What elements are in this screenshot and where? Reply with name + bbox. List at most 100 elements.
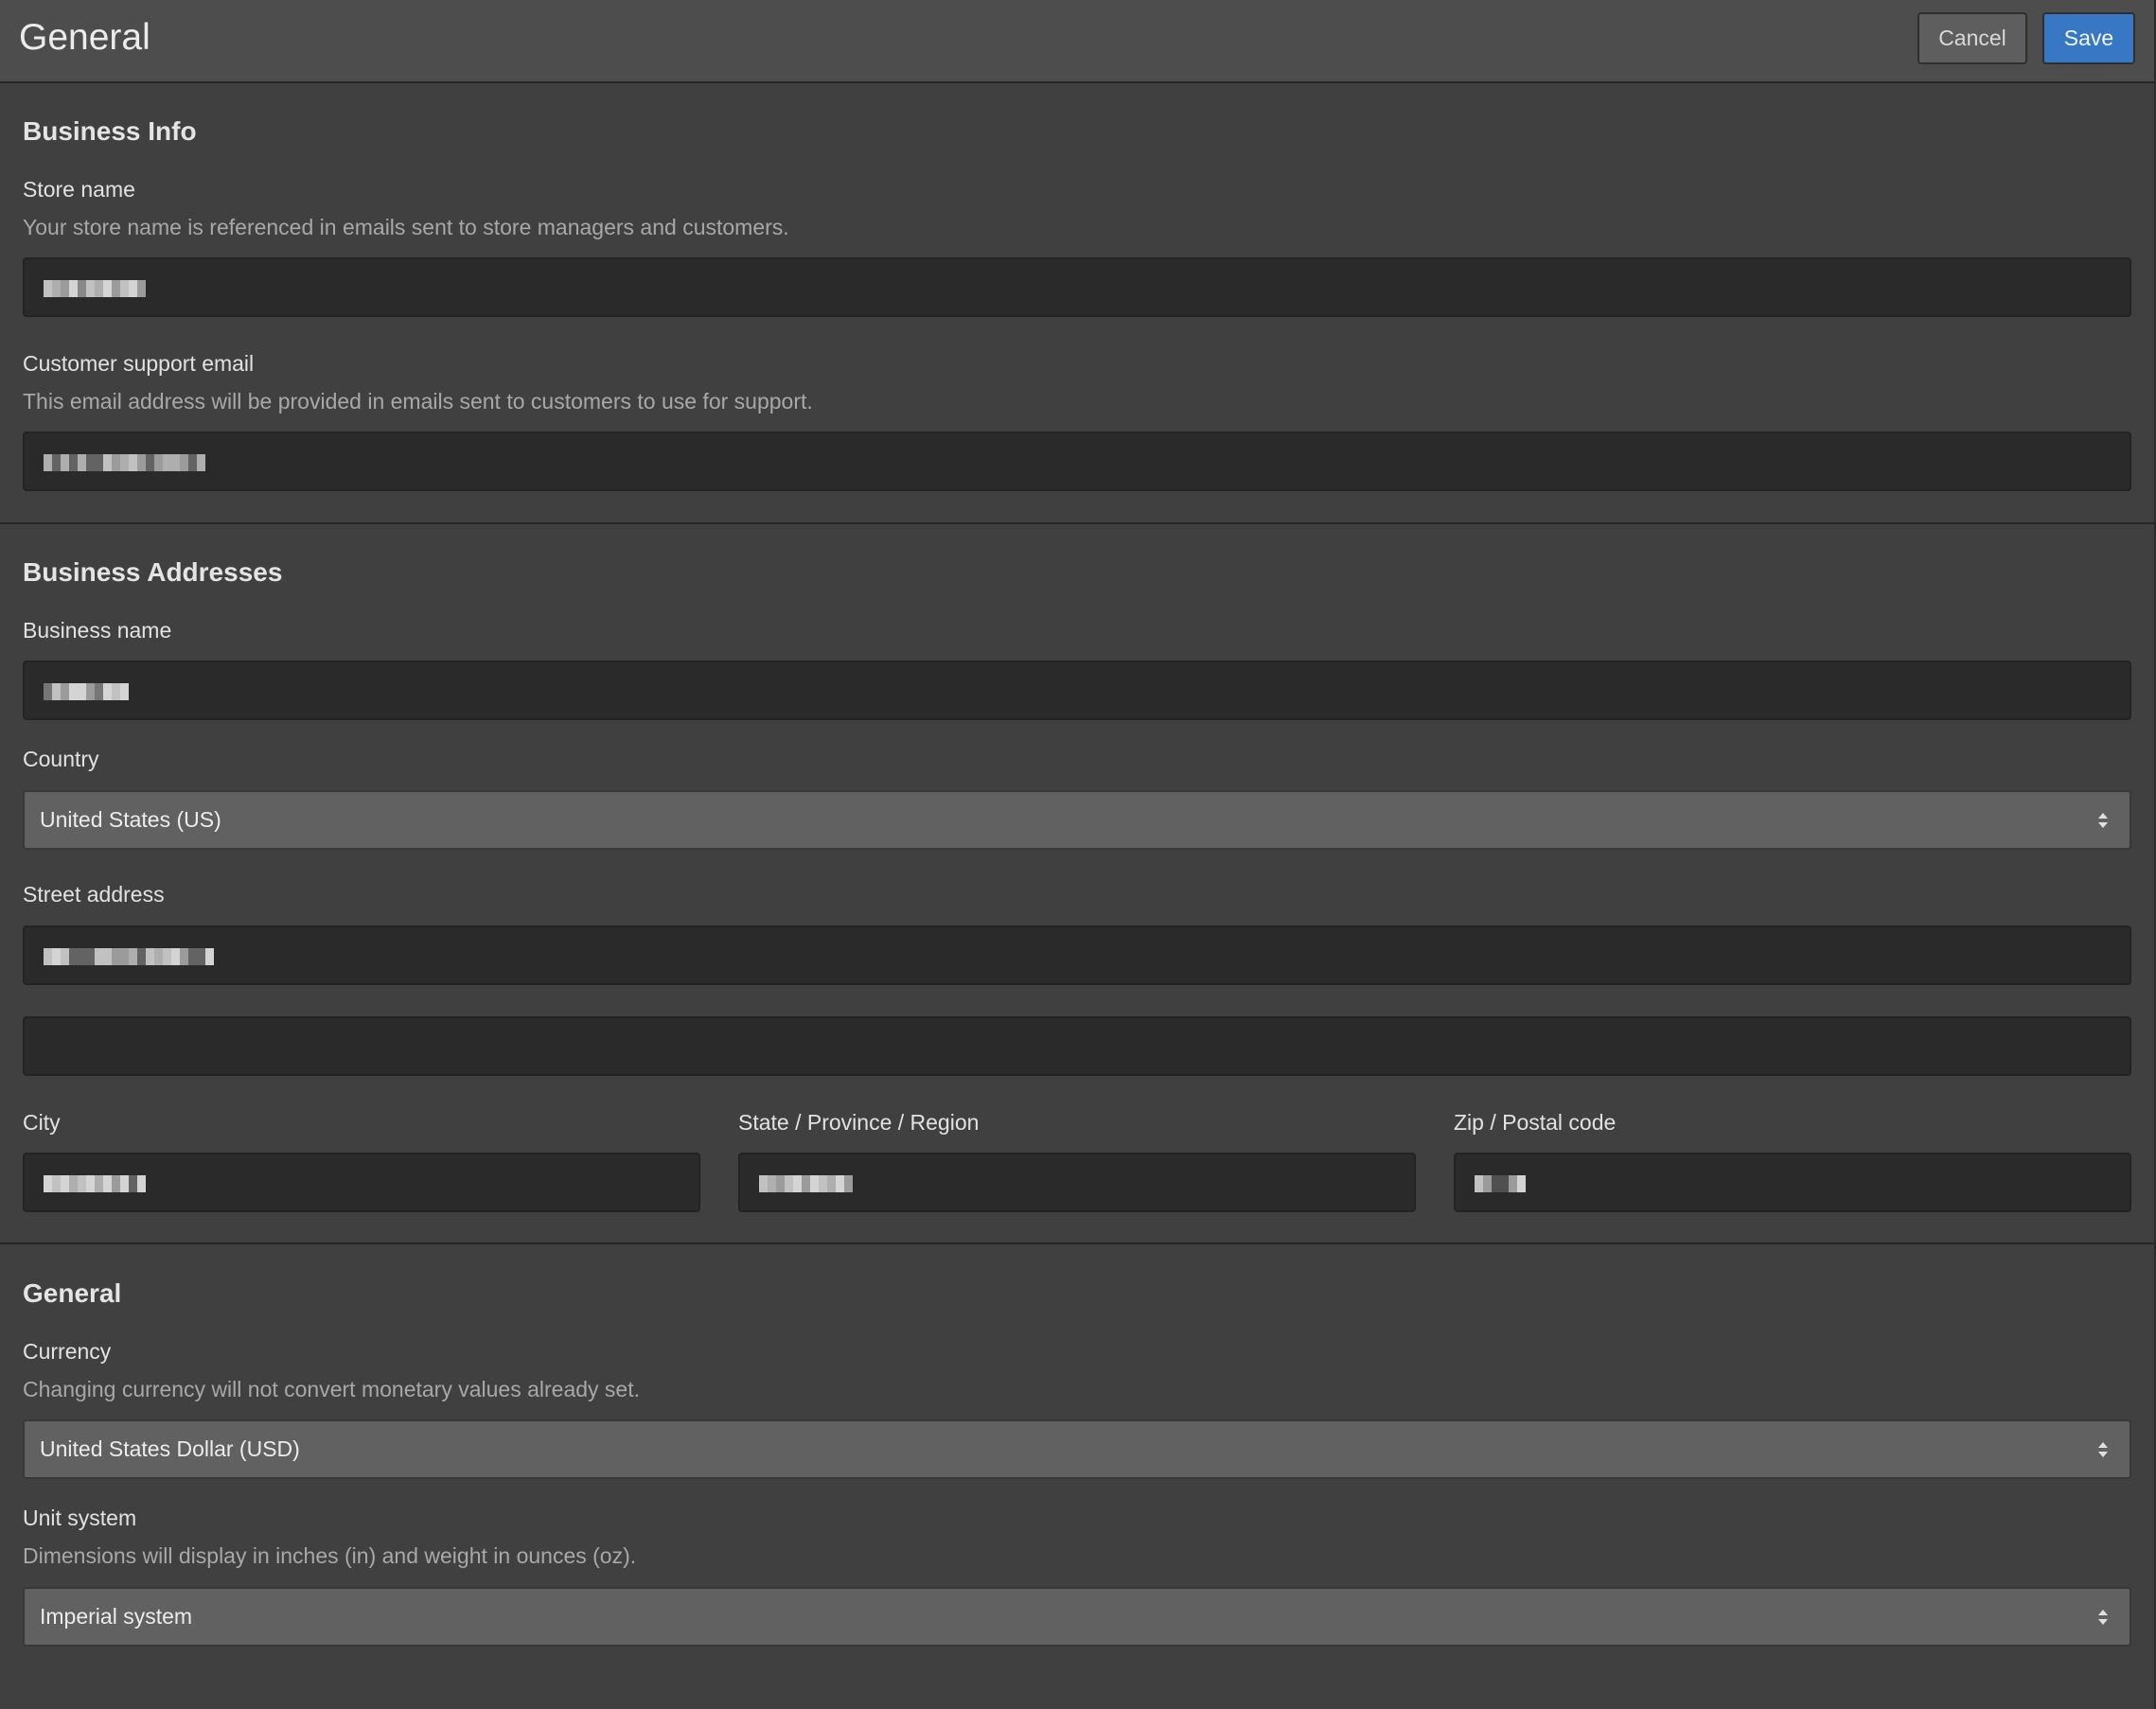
support-email-label: Customer support email	[23, 351, 255, 376]
redacted-pixel	[103, 683, 112, 700]
redacted-pixel	[827, 1175, 836, 1192]
redacted-pixel	[44, 280, 52, 297]
business-name-label: Business name	[23, 618, 172, 643]
redacted-pixel	[120, 1175, 129, 1192]
redacted-pixel	[95, 280, 103, 297]
redacted-pixel	[69, 454, 78, 471]
redacted-pixel	[819, 1175, 827, 1192]
redacted-pixel	[52, 1175, 61, 1192]
redacted-pixel	[69, 280, 78, 297]
redacted-pixel	[1475, 1175, 1483, 1192]
redacted-pixel	[86, 454, 95, 471]
redacted-pixel	[44, 1175, 52, 1192]
redacted-value	[759, 1175, 853, 1192]
redacted-pixel	[95, 948, 103, 965]
redacted-pixel	[61, 280, 69, 297]
currency-selected-value: United States Dollar (USD)	[40, 1436, 300, 1461]
country-select[interactable]: United States (US)	[23, 790, 2131, 850]
redacted-pixel	[52, 683, 61, 700]
zip-input[interactable]	[1454, 1153, 2131, 1212]
redacted-pixel	[78, 454, 86, 471]
redacted-pixel	[1517, 1175, 1526, 1192]
redacted-pixel	[120, 948, 129, 965]
cancel-button[interactable]: Cancel	[1917, 12, 2027, 64]
redacted-pixel	[171, 948, 180, 965]
redacted-pixel	[78, 683, 86, 700]
redacted-pixel	[61, 683, 69, 700]
redacted-pixel	[44, 948, 52, 965]
redacted-value	[1475, 1175, 1526, 1192]
store-name-input[interactable]	[23, 257, 2131, 317]
zip-label: Zip / Postal code	[1454, 1110, 1617, 1135]
state-input[interactable]	[738, 1153, 1416, 1212]
redacted-pixel	[52, 948, 61, 965]
redacted-pixel	[785, 1175, 793, 1192]
redacted-pixel	[197, 454, 205, 471]
sort-arrows-icon	[2098, 1441, 2108, 1457]
currency-select[interactable]: United States Dollar (USD)	[23, 1419, 2131, 1479]
support-email-input[interactable]	[23, 432, 2131, 491]
redacted-pixel	[836, 1175, 844, 1192]
redacted-pixel	[112, 948, 120, 965]
redacted-pixel	[78, 1175, 86, 1192]
redacted-pixel	[61, 948, 69, 965]
country-label: Country	[23, 747, 99, 771]
store-name-helper: Your store name is referenced in emails …	[23, 215, 789, 239]
redacted-pixel	[137, 1175, 146, 1192]
redacted-pixel	[129, 1175, 137, 1192]
redacted-pixel	[95, 1175, 103, 1192]
save-button[interactable]: Save	[2042, 12, 2135, 64]
redacted-pixel	[1500, 1175, 1509, 1192]
redacted-pixel	[86, 948, 95, 965]
redacted-pixel	[52, 454, 61, 471]
redacted-pixel	[95, 683, 103, 700]
unit-system-helper: Dimensions will display in inches (in) a…	[23, 1543, 637, 1568]
redacted-pixel	[112, 683, 120, 700]
business-name-input[interactable]	[23, 661, 2131, 720]
redacted-pixel	[120, 683, 129, 700]
redacted-pixel	[146, 948, 154, 965]
redacted-pixel	[44, 454, 52, 471]
currency-helper: Changing currency will not convert monet…	[23, 1377, 640, 1401]
redacted-pixel	[197, 948, 205, 965]
redacted-pixel	[1483, 1175, 1492, 1192]
redacted-pixel	[112, 454, 120, 471]
redacted-pixel	[120, 280, 129, 297]
page-header: General Cancel Save	[0, 0, 2154, 83]
redacted-pixel	[137, 280, 146, 297]
section-heading-business-addresses: Business Addresses	[23, 557, 283, 587]
redacted-pixel	[103, 948, 112, 965]
section-heading-business-info: Business Info	[23, 116, 197, 146]
section-divider	[0, 522, 2154, 524]
redacted-pixel	[52, 280, 61, 297]
redacted-pixel	[802, 1175, 810, 1192]
redacted-pixel	[793, 1175, 802, 1192]
redacted-pixel	[163, 948, 171, 965]
redacted-pixel	[120, 454, 129, 471]
redacted-pixel	[137, 948, 146, 965]
section-divider	[0, 1242, 2154, 1244]
city-input[interactable]	[23, 1153, 700, 1212]
redacted-pixel	[759, 1175, 768, 1192]
section-heading-general: General	[23, 1278, 122, 1308]
redacted-pixel	[776, 1175, 785, 1192]
country-selected-value: United States (US)	[40, 807, 221, 832]
redacted-pixel	[61, 1175, 69, 1192]
redacted-pixel	[103, 280, 112, 297]
redacted-pixel	[112, 280, 120, 297]
redacted-pixel	[129, 948, 137, 965]
redacted-value	[44, 454, 205, 471]
redacted-pixel	[171, 454, 180, 471]
state-label: State / Province / Region	[738, 1110, 980, 1135]
street-address-line1-input[interactable]	[23, 925, 2131, 985]
redacted-pixel	[154, 948, 163, 965]
sort-arrows-icon	[2098, 812, 2108, 828]
redacted-pixel	[205, 948, 214, 965]
redacted-pixel	[163, 454, 171, 471]
redacted-pixel	[103, 454, 112, 471]
street-address-line2-input[interactable]	[23, 1016, 2131, 1076]
unit-system-select[interactable]: Imperial system	[23, 1587, 2131, 1647]
redacted-value	[44, 683, 129, 700]
redacted-pixel	[137, 454, 146, 471]
redacted-pixel	[180, 454, 188, 471]
